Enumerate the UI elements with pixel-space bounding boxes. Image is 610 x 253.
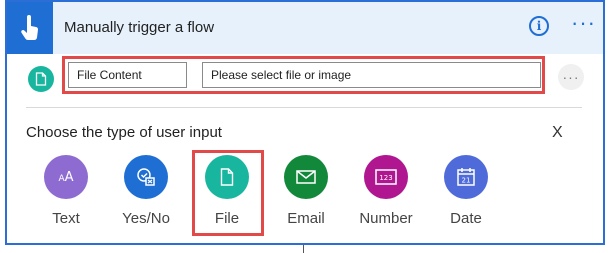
input-type-heading: Choose the type of user input [26, 124, 222, 141]
file-input-row: File Content Please select file or image… [7, 54, 603, 100]
flow-connector-line [303, 245, 304, 253]
info-icon[interactable]: i [529, 16, 549, 36]
trigger-card: Manually trigger a flow i ··· File Conte… [5, 0, 605, 245]
email-icon [284, 155, 328, 199]
number-icon: 123 [364, 155, 408, 199]
input-more-button[interactable]: ··· [558, 64, 584, 90]
text-icon: AA [44, 155, 88, 199]
date-input-type-button[interactable]: 21 Date [431, 155, 501, 235]
text-type-label: Text [52, 210, 80, 227]
more-options-icon[interactable]: ··· [571, 12, 596, 34]
file-type-icon [28, 66, 54, 92]
file-icon [205, 155, 249, 199]
section-divider [26, 107, 582, 108]
svg-text:123: 123 [379, 174, 392, 182]
text-input-type-button[interactable]: AA Text [31, 155, 101, 235]
card-header[interactable]: Manually trigger a flow i ··· [7, 2, 603, 54]
svg-text:21: 21 [462, 177, 471, 185]
yes-no-input-type-button[interactable]: Yes/No [111, 155, 181, 235]
file-input-type-button[interactable]: File [192, 155, 262, 235]
yes-no-type-label: Yes/No [122, 210, 170, 227]
number-type-label: Number [359, 210, 413, 227]
manual-trigger-icon [7, 2, 53, 54]
number-input-type-button[interactable]: 123 Number [351, 155, 421, 235]
close-icon[interactable]: X [552, 124, 563, 142]
file-type-label: File [214, 210, 240, 227]
email-input-type-button[interactable]: Email [271, 155, 341, 235]
flow-title: Manually trigger a flow [64, 19, 215, 36]
input-description-field[interactable]: Please select file or image [202, 62, 541, 88]
email-type-label: Email [287, 210, 325, 227]
date-type-label: Date [450, 210, 482, 227]
input-name-field[interactable]: File Content [68, 62, 187, 88]
yes-no-icon [124, 155, 168, 199]
date-icon: 21 [444, 155, 488, 199]
